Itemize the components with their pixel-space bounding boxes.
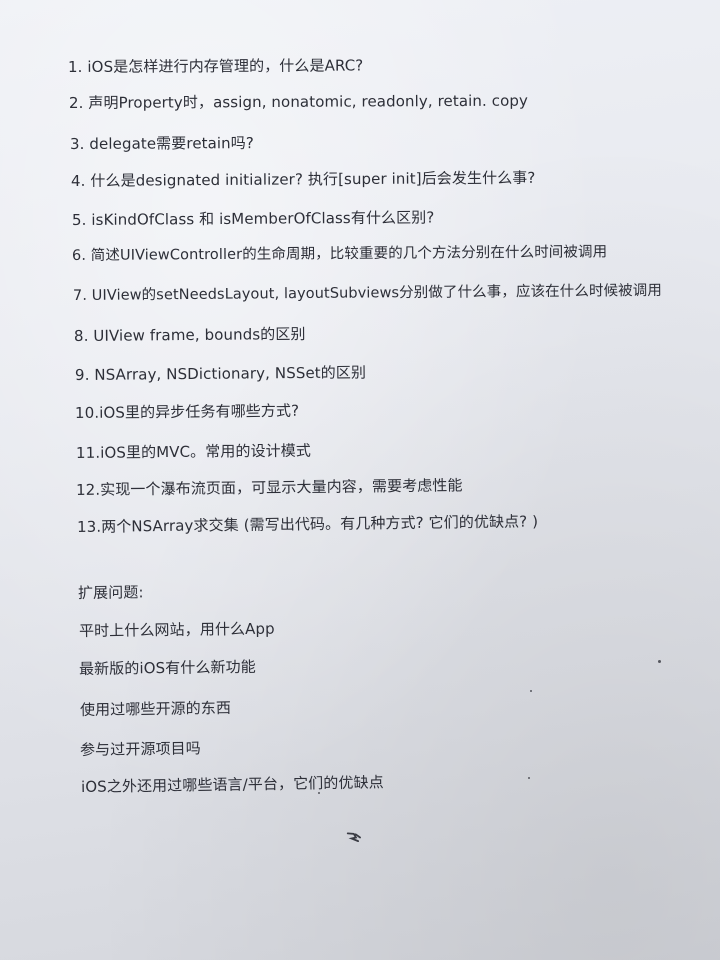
extended-item-3: 使用过哪些开源的东西 xyxy=(79,698,232,719)
question-8: 8. UIView frame, bounds的区别 xyxy=(73,324,306,345)
extended-item-2: 最新版的iOS有什么新功能 xyxy=(78,657,256,678)
question-5: 5. isKindOfClass 和 isMemberOfClass有什么区别? xyxy=(71,208,435,229)
question-12: 12.实现一个瀑布流页面，可显示大量内容，需要考虑性能 xyxy=(75,476,463,499)
pen-mark xyxy=(346,832,361,843)
speck-mark xyxy=(530,690,532,692)
question-11: 11.iOS里的MVC。常用的设计模式 xyxy=(75,441,312,462)
question-7: 7. UIView的setNeedsLayout, layoutSubviews… xyxy=(72,282,663,304)
question-10: 10.iOS里的异步任务有哪些方式? xyxy=(74,401,300,422)
speck-mark xyxy=(658,660,661,663)
question-13: 13.两个NSArray求交集 (需写出代码。有几种方式? 它们的优缺点? ) xyxy=(76,512,539,536)
extended-heading: 扩展问题: xyxy=(77,583,144,602)
question-1: 1. iOS是怎样进行内存管理的，什么是ARC? xyxy=(67,56,364,76)
extended-item-4: 参与过开源项目吗 xyxy=(79,739,201,759)
question-3: 3. delegate需要retain吗? xyxy=(69,134,254,153)
question-6: 6. 简述UIViewController的生命周期，比较重要的几个方法分别在什… xyxy=(71,244,608,264)
extended-item-5: iOS之外还用过哪些语言/平台，它们的优缺点 xyxy=(80,773,384,796)
speck-mark xyxy=(528,777,530,779)
question-4: 4. 什么是designated initializer? 执行[super i… xyxy=(70,168,536,190)
question-9: 9. NSArray, NSDictionary, NSSet的区别 xyxy=(74,363,367,384)
extended-item-1: 平时上什么网站，用什么App xyxy=(78,619,275,640)
question-2: 2. 声明Property时，assign, nonatomic, readon… xyxy=(68,91,528,112)
speck-mark xyxy=(318,792,320,794)
